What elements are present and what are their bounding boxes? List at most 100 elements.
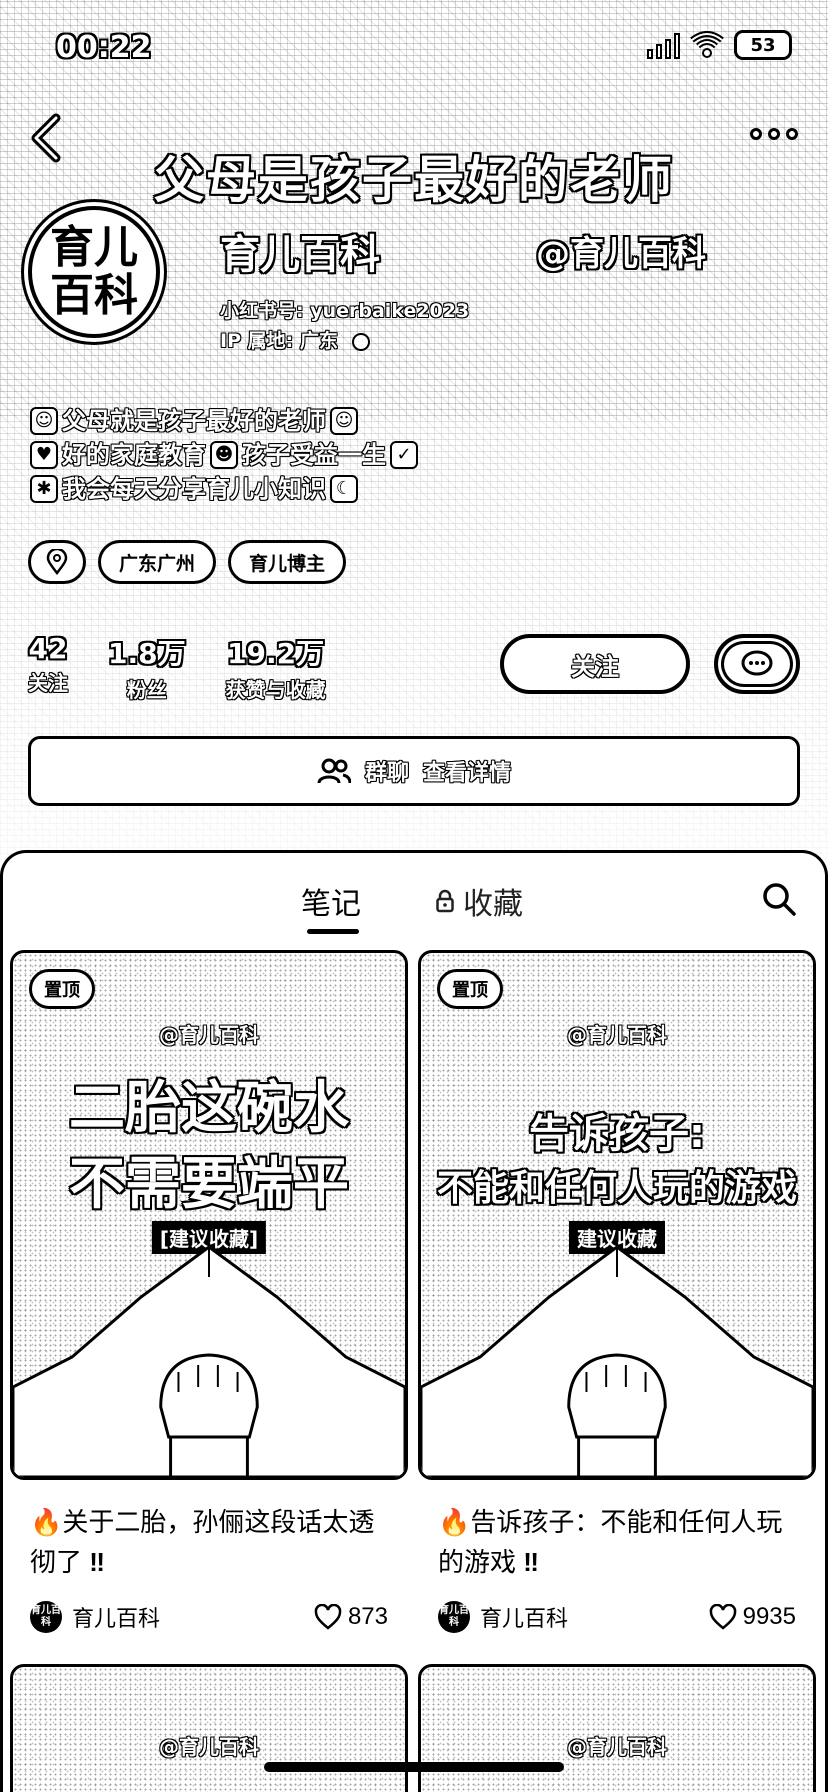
note-card[interactable]: 置顶 @育儿百科 二胎这碗水 不需要端平 [建议收藏] 🔥关于二胎，孙俪这段话太… (10, 950, 408, 1634)
stat-value: 1.8万 (108, 637, 186, 670)
note-card[interactable]: 置顶 @育儿百科 告诉孩子: 不能和任何人玩的游戏 建议收藏 🔥告诉孩子：不能和… (418, 950, 816, 1634)
tag-region[interactable]: 广东广州 (98, 540, 217, 584)
bio-line-1: ☺ 父母就是孩子最好的老师 ☺ (30, 404, 418, 438)
active-tab-indicator (307, 929, 359, 934)
pinned-badge: 置顶 (29, 969, 95, 1009)
bio-text-1: 父母就是孩子最好的老师 (62, 407, 326, 435)
pinned-badge: 置顶 (437, 969, 503, 1009)
note-meta: 育儿百科 育儿百科 9935 (418, 1600, 816, 1634)
message-button[interactable] (714, 634, 800, 694)
author-name: 育儿百科 (480, 1607, 569, 1632)
profile-stats: 42 关注 1.8万 粉丝 19.2万 获赞与收藏 (28, 632, 326, 703)
cover-headline-2: 不需要端平 (69, 1152, 349, 1217)
avatar[interactable]: 育儿 百科 (28, 206, 160, 338)
note-title[interactable]: 🔥关于二胎，孙俪这段话太透彻了 ‼ (10, 1502, 408, 1582)
note-cover-image[interactable]: 置顶 @育儿百科 告诉孩子: 不能和任何人玩的游戏 建议收藏 (418, 950, 816, 1480)
chat-bubble-icon (741, 650, 773, 676)
banner-handle: @育儿百科 (536, 234, 706, 274)
stat-value: 19.2万 (227, 637, 325, 670)
bio-text-3: 我会每天分享育儿小知识 (62, 475, 326, 503)
signal-icon (647, 31, 680, 59)
info-icon[interactable] (351, 332, 370, 351)
note-cover-image[interactable]: 置顶 @育儿百科 二胎这碗水 不需要端平 [建议收藏] (10, 950, 408, 1480)
status-icons: 53 (647, 30, 792, 60)
face-emoji-icon: ☺ (30, 407, 58, 435)
group-chat-label: 群聊 (364, 761, 409, 786)
cover-handle: @育儿百科 (159, 1735, 259, 1759)
hands-illustration (13, 1245, 405, 1477)
group-people-icon (317, 758, 351, 784)
like-count: 873 (347, 1603, 388, 1630)
double-exclamation-icon: ‼ (516, 1547, 539, 1577)
stat-value: 42 (28, 632, 68, 665)
banner-title: 父母是孩子最好的老师 (154, 151, 674, 209)
follow-button[interactable]: 关注 (500, 634, 690, 694)
note-author[interactable]: 育儿百科 育儿百科 (30, 1601, 160, 1633)
note-cover-image[interactable]: @育儿百科 (418, 1664, 816, 1792)
like-button[interactable]: 9935 (709, 1603, 796, 1631)
cover-handle: @育儿百科 (567, 1023, 667, 1047)
lock-icon (436, 889, 454, 913)
cover-headline-1: 告诉孩子: (529, 1111, 705, 1157)
author-name: 育儿百科 (72, 1607, 161, 1632)
home-indicator[interactable] (264, 1762, 564, 1772)
heart-icon (709, 1604, 736, 1630)
location-pin-icon (46, 549, 68, 575)
profile-page: 00:22 53 父母是孩子最好的老师 育儿 百科 育儿百科 @育儿百科 小红书… (0, 0, 828, 1792)
status-time: 00:22 (56, 30, 152, 65)
fire-icon: 🔥 (30, 1507, 63, 1537)
note-title-text: 告诉孩子：不能和任何人玩的游戏 (438, 1507, 783, 1577)
note-title[interactable]: 🔥告诉孩子：不能和任何人玩的游戏 ‼ (418, 1502, 816, 1582)
stat-followers[interactable]: 1.8万 粉丝 (108, 632, 186, 703)
group-chat-bar[interactable]: 群聊 查看详情 (28, 736, 800, 806)
note-card[interactable]: @育儿百科 (10, 1664, 408, 1792)
profile-tabs: 笔记 收藏 (3, 879, 828, 939)
tab-favorites[interactable]: 收藏 (435, 879, 523, 923)
note-author[interactable]: 育儿百科 育儿百科 (438, 1601, 568, 1633)
stat-likes-and-saves[interactable]: 19.2万 获赞与收藏 (226, 632, 326, 703)
moon-emoji-icon: ☾ (330, 475, 358, 503)
bio-line-2: ♥ 好的家庭教育 ☻ 孩子受益一生 ✓ (30, 438, 418, 472)
author-avatar: 育儿百科 (30, 1601, 62, 1633)
bio-text-2b: 孩子受益一生 (242, 441, 386, 469)
cover-handle: @育儿百科 (567, 1735, 667, 1759)
group-chat-detail: 查看详情 (423, 761, 512, 786)
search-icon[interactable] (759, 879, 799, 919)
avatar-text-bottom: 百科 (50, 270, 138, 321)
author-avatar: 育儿百科 (438, 1601, 470, 1633)
heart-icon (314, 1604, 342, 1630)
like-count: 9935 (742, 1603, 796, 1630)
wifi-icon (690, 31, 724, 58)
family-emoji-icon: ☻ (210, 441, 238, 469)
avatar-text-top: 育儿 (50, 222, 138, 273)
stat-label: 粉丝 (126, 678, 167, 702)
location-tag[interactable] (28, 540, 86, 584)
bio-line-3: ✱ 我会每天分享育儿小知识 ☾ (30, 472, 418, 506)
more-options-icon[interactable] (750, 128, 798, 140)
check-emoji-icon: ✓ (390, 441, 418, 469)
hands-illustration (421, 1245, 813, 1477)
red-id[interactable]: 小红书号: yuerbaike2023 (220, 296, 469, 323)
stat-following[interactable]: 42 关注 (28, 632, 68, 703)
stat-label: 获赞与收藏 (225, 678, 326, 702)
follow-button-label: 关注 (571, 652, 619, 681)
stat-label: 关注 (28, 671, 68, 695)
cover-handle: @育儿百科 (159, 1023, 259, 1047)
ip-location: IP 属地: 广东 (220, 330, 338, 352)
double-exclamation-icon: ‼ (82, 1547, 105, 1577)
nickname: 育儿百科 (220, 232, 380, 278)
heart-emoji-icon: ♥ (30, 441, 58, 469)
note-cover-image[interactable]: @育儿百科 (10, 1664, 408, 1792)
battery-icon: 53 (734, 30, 792, 60)
sparkle-emoji-icon: ✱ (30, 475, 58, 503)
bio-text-2a: 好的家庭教育 (62, 441, 206, 469)
like-button[interactable]: 873 (314, 1603, 388, 1631)
tab-favorites-label: 收藏 (463, 888, 523, 921)
tag-creator-type[interactable]: 育儿博主 (228, 540, 347, 584)
ip-location-row: IP 属地: 广东 (220, 326, 370, 353)
tab-notes[interactable]: 笔记 (301, 879, 361, 923)
cover-headline-1: 二胎这碗水 (69, 1076, 349, 1141)
note-card[interactable]: @育儿百科 (418, 1664, 816, 1792)
note-meta: 育儿百科 育儿百科 873 (10, 1600, 408, 1634)
bio: ☺ 父母就是孩子最好的老师 ☺ ♥ 好的家庭教育 ☻ 孩子受益一生 ✓ ✱ 我会… (30, 404, 418, 506)
